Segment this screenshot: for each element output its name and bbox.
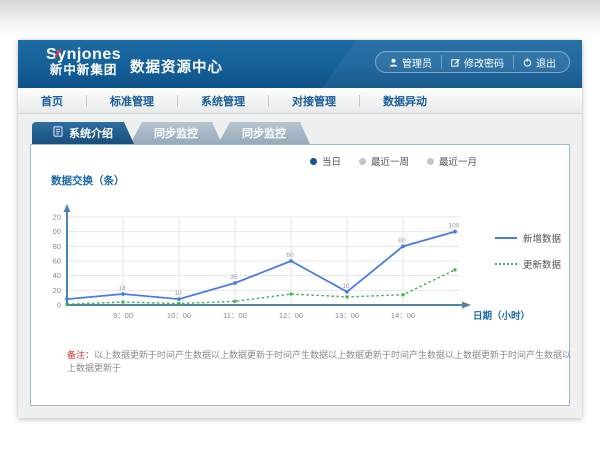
x-tick-label: 13：00 bbox=[335, 311, 359, 320]
x-axis-arrow-icon bbox=[462, 302, 471, 309]
nav-item-data-change[interactable]: 数据异动 bbox=[360, 93, 450, 109]
note-text: 以上数据更新于时间产生数据以上数据更新于时间产生数据以上数据更新于时间产生数据以… bbox=[67, 350, 571, 373]
range-option-last-month[interactable]: 最近一月 bbox=[427, 154, 477, 168]
line-chart: 0 20 40 60 80 100 120 9：00 10：00 11：00 12：00 13：00 1… bbox=[53, 191, 533, 325]
radio-dot-icon bbox=[359, 158, 366, 165]
data-point bbox=[233, 281, 237, 285]
data-point bbox=[178, 302, 181, 305]
data-point-label: 100 bbox=[449, 223, 460, 230]
app-page: Synjones 新中新集团 数据资源中心 管理员 修改密码 退出 bbox=[18, 40, 582, 418]
y-tick-label: 40 bbox=[53, 271, 61, 280]
y-axis-title: 数据交换（条） bbox=[51, 173, 125, 188]
edit-icon bbox=[451, 58, 460, 67]
data-point-label: 18 bbox=[118, 285, 126, 292]
data-point bbox=[402, 293, 405, 296]
x-tick-label: 11：00 bbox=[223, 311, 247, 320]
range-option-last-week[interactable]: 最近一周 bbox=[359, 154, 409, 168]
logo-brand-text: Synjones bbox=[46, 46, 121, 64]
time-range-selector: 当日 最近一周 最近一月 bbox=[310, 154, 477, 168]
legend-item-updated-data[interactable]: 更新数据 bbox=[495, 257, 561, 271]
logo-company-name: 新中新集团 bbox=[46, 64, 121, 78]
data-point-label: 60 bbox=[286, 252, 294, 259]
data-point bbox=[234, 300, 237, 303]
data-point-label: 10 bbox=[342, 283, 350, 290]
data-point bbox=[122, 301, 125, 304]
window-top-shadow bbox=[0, 0, 600, 38]
radio-dot-icon bbox=[427, 158, 434, 165]
note-label: 备注： bbox=[67, 350, 94, 360]
legend-item-new-data[interactable]: 新增数据 bbox=[495, 231, 561, 245]
legend-line-sample bbox=[495, 263, 517, 265]
y-axis-arrow-icon bbox=[64, 204, 71, 212]
data-point bbox=[290, 293, 293, 296]
power-icon bbox=[523, 58, 532, 67]
app-header: Synjones 新中新集团 数据资源中心 管理员 修改密码 退出 bbox=[18, 40, 582, 88]
tab-sync-monitor-1[interactable]: 同步监控 bbox=[130, 122, 222, 144]
data-point bbox=[66, 303, 69, 306]
y-tick-label: 0 bbox=[57, 301, 61, 310]
x-axis-title: 日期（小时） bbox=[473, 310, 530, 322]
y-tick-label: 100 bbox=[53, 227, 61, 236]
tab-system-intro[interactable]: 系统介绍 bbox=[32, 122, 134, 144]
data-point bbox=[289, 259, 293, 263]
tab-bar: 系统介绍 同步监控 同步监控 bbox=[32, 122, 570, 144]
logout-button[interactable]: 退出 bbox=[513, 55, 565, 69]
data-point bbox=[346, 295, 349, 298]
x-tick-label: 12：00 bbox=[279, 311, 303, 320]
footer-note: 备注：以上数据更新于时间产生数据以上数据更新于时间产生数据以上数据更新于时间产生… bbox=[67, 349, 572, 374]
nav-item-home[interactable]: 首页 bbox=[18, 93, 86, 109]
x-tick-label: 14：00 bbox=[391, 311, 415, 320]
data-point bbox=[177, 297, 181, 301]
user-toolbar: 管理员 修改密码 退出 bbox=[375, 51, 570, 73]
y-tick-label: 80 bbox=[53, 242, 61, 251]
data-point bbox=[453, 230, 457, 234]
user-icon bbox=[389, 58, 398, 67]
nav-item-docking-mgmt[interactable]: 对接管理 bbox=[269, 93, 359, 109]
data-point bbox=[454, 268, 457, 271]
y-tick-label: 20 bbox=[53, 286, 61, 295]
nav-item-standard-mgmt[interactable]: 标准管理 bbox=[87, 93, 177, 109]
data-point bbox=[345, 290, 349, 294]
data-point-label: 35 bbox=[230, 274, 238, 281]
content-area: 系统介绍 同步监控 同步监控 当日 最近一周 bbox=[18, 114, 582, 406]
chart-panel: 当日 最近一周 最近一月 数据交换（条） 0 20 40 60 80 100 120 9：00… bbox=[30, 144, 570, 406]
range-option-today[interactable]: 当日 bbox=[310, 154, 341, 168]
main-nav: 首页 标准管理 系统管理 对接管理 数据异动 bbox=[18, 88, 582, 114]
page-title: 数据资源中心 bbox=[130, 56, 223, 77]
data-point-label: 80 bbox=[398, 237, 406, 244]
change-password-button[interactable]: 修改密码 bbox=[441, 55, 513, 69]
series-legend: 新增数据 更新数据 bbox=[495, 231, 561, 283]
y-tick-label: 120 bbox=[53, 213, 61, 222]
nav-item-system-mgmt[interactable]: 系统管理 bbox=[178, 93, 268, 109]
document-icon bbox=[53, 126, 63, 140]
legend-line-sample bbox=[495, 237, 517, 239]
chart-area: 0 20 40 60 80 100 120 9：00 10：00 11：00 12：00 13：00 1… bbox=[53, 191, 533, 330]
x-tick-label: 10：00 bbox=[167, 311, 191, 320]
x-tick-label: 9：00 bbox=[113, 311, 133, 320]
company-logo: Synjones 新中新集团 bbox=[46, 46, 121, 77]
data-point-label: 10 bbox=[174, 290, 182, 297]
tab-sync-monitor-2[interactable]: 同步监控 bbox=[218, 122, 310, 144]
data-point bbox=[65, 297, 69, 301]
radio-dot-icon bbox=[310, 158, 317, 165]
y-tick-label: 60 bbox=[53, 257, 61, 266]
current-user-button[interactable]: 管理员 bbox=[380, 55, 441, 69]
data-point bbox=[401, 244, 405, 248]
data-point bbox=[121, 292, 125, 296]
